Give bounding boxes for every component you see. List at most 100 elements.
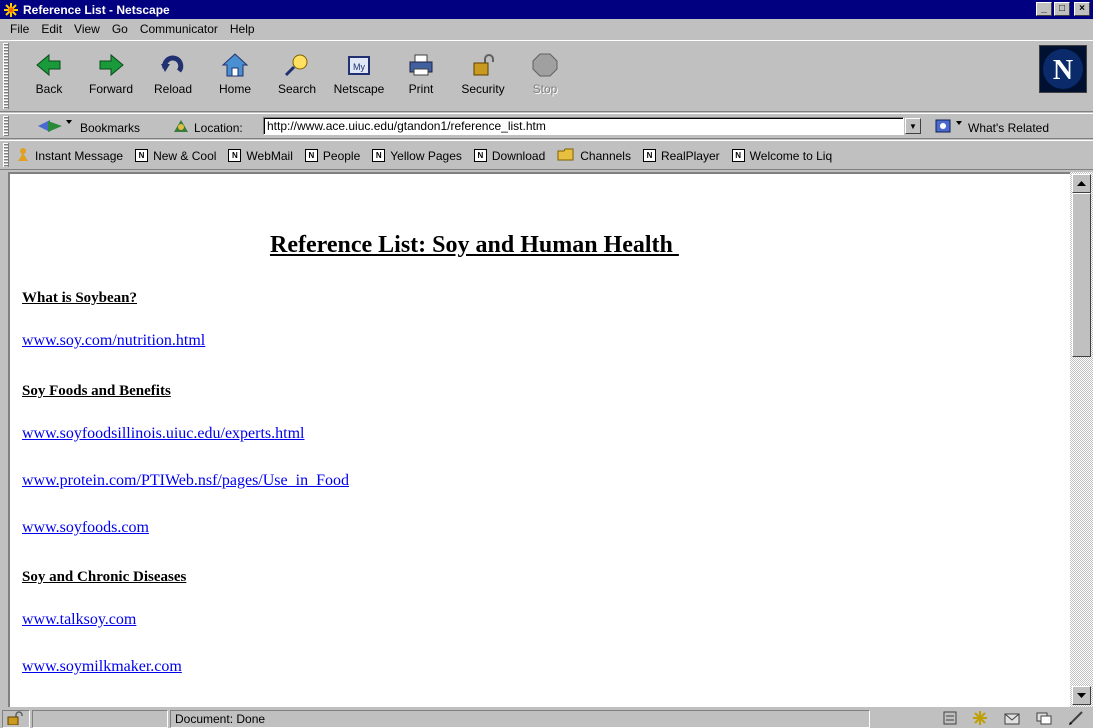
menu-communicator[interactable]: Communicator (134, 22, 224, 36)
forward-button[interactable]: Forward (80, 44, 142, 108)
toolbar-grip[interactable] (3, 43, 9, 109)
component-bar-icon[interactable] (943, 711, 957, 728)
netscape-app-icon[interactable] (3, 2, 19, 18)
stop-icon (530, 50, 560, 80)
forward-arrow-icon (96, 50, 126, 80)
netscape-label: Netscape (333, 82, 385, 96)
link-soyfoods-illinois[interactable]: www.soyfoodsillinois.uiuc.edu/experts.ht… (22, 425, 305, 443)
netscape-logo[interactable]: N (1039, 45, 1087, 93)
bookmarks-icon (36, 118, 76, 137)
location-label: Location: (194, 120, 243, 135)
unlocked-padlock-icon (7, 711, 23, 726)
chevron-down-icon: ▼ (909, 121, 917, 131)
mail-icon[interactable] (1003, 710, 1021, 728)
instant-message-item[interactable]: Instant Message (16, 147, 123, 164)
padlock-icon (468, 50, 498, 80)
back-button[interactable]: Back (18, 44, 80, 108)
stop-button[interactable]: Stop (514, 44, 576, 108)
instant-message-label: Instant Message (35, 148, 124, 163)
people-item[interactable]: N People (304, 148, 361, 163)
url-dropdown-button[interactable]: ▼ (905, 118, 921, 134)
netscape-logo-letter: N (1053, 55, 1073, 86)
instant-message-icon (16, 147, 30, 164)
window-title: Reference List - Netscape (23, 2, 170, 17)
netscape-my-icon: My (344, 50, 374, 80)
maximize-button[interactable]: □ (1054, 2, 1070, 16)
menu-bar: File Edit View Go Communicator Help (0, 19, 1093, 39)
newsgroups-icon[interactable] (1035, 710, 1053, 728)
printer-icon (406, 50, 436, 80)
link-soymilkmaker[interactable]: www.soymilkmaker.com (22, 658, 182, 676)
new-cool-label: New & Cool (153, 148, 217, 163)
arrow-up-icon (1077, 180, 1086, 186)
location-label-group: Location: (172, 118, 243, 137)
people-label: People (322, 148, 361, 163)
vertical-scrollbar[interactable] (1070, 172, 1093, 707)
webmail-item[interactable]: N WebMail (228, 149, 293, 163)
menu-edit[interactable]: Edit (35, 22, 68, 36)
realplayer-item[interactable]: N RealPlayer (642, 149, 720, 163)
yellow-pages-label: Yellow Pages (390, 148, 462, 163)
yellow-pages-item[interactable]: N Yellow Pages (372, 149, 462, 163)
new-cool-item[interactable]: N New & Cool (135, 149, 216, 163)
search-button[interactable]: Search (266, 44, 328, 108)
link-talksoy[interactable]: www.talksoy.com (22, 611, 136, 629)
status-text: Document: Done (170, 710, 870, 728)
channels-label: Channels (580, 148, 631, 163)
bookmarks-button[interactable]: Bookmarks (36, 118, 140, 137)
channels-folder-icon (557, 147, 575, 164)
forward-label: Forward (88, 82, 133, 96)
bookmark-page-icon: N (304, 149, 318, 162)
bookmarks-label: Bookmarks (80, 120, 141, 135)
security-status-cell[interactable] (2, 710, 30, 728)
welcome-label: Welcome to Liq (749, 148, 833, 163)
link-soyfoods[interactable]: www.soyfoods.com (22, 519, 149, 537)
reload-button[interactable]: Reload (142, 44, 204, 108)
location-toolbar: Bookmarks Location: http://www.ace.uiuc.… (0, 113, 1093, 139)
navigation-toolbar: Back Forward Reload Home Search My Netsc… (0, 40, 1093, 112)
netscape-button[interactable]: My Netscape (328, 44, 390, 108)
download-item[interactable]: N Download (473, 149, 545, 163)
menu-view[interactable]: View (68, 22, 106, 36)
composer-icon[interactable] (1067, 710, 1085, 728)
section-heading-soy-foods: Soy Foods and Benefits (22, 383, 171, 399)
home-icon (220, 50, 250, 80)
scrollbar-thumb[interactable] (1072, 193, 1091, 357)
arrow-down-icon (1077, 692, 1086, 698)
whats-related-label: What's Related (968, 120, 1049, 135)
menu-help[interactable]: Help (224, 22, 261, 36)
personal-grip[interactable] (3, 143, 9, 167)
scroll-up-button[interactable] (1072, 174, 1091, 193)
window-titlebar[interactable]: Reference List - Netscape _ □ × (0, 0, 1093, 19)
minimize-button[interactable]: _ (1036, 2, 1052, 16)
print-label: Print (408, 82, 434, 96)
back-arrow-icon (34, 50, 64, 80)
location-grip[interactable] (3, 116, 9, 136)
url-input[interactable]: http://www.ace.uiuc.edu/gtandon1/referen… (263, 117, 904, 135)
progress-cell (32, 710, 168, 728)
menu-go[interactable]: Go (106, 22, 134, 36)
reload-label: Reload (153, 82, 193, 96)
menu-file[interactable]: File (4, 22, 35, 36)
scroll-down-button[interactable] (1072, 686, 1091, 705)
bookmark-page-icon: N (731, 149, 745, 162)
link-soy-nutrition[interactable]: www.soy.com/nutrition.html (22, 332, 205, 350)
reload-icon (158, 50, 188, 80)
personal-toolbar: Instant Message N New & Cool N WebMail N… (0, 140, 1093, 170)
navigator-icon[interactable] (971, 710, 989, 728)
page-content[interactable]: Reference List: Soy and Human Health Wha… (8, 172, 1070, 707)
welcome-item[interactable]: N Welcome to Liq (731, 148, 833, 163)
close-button[interactable]: × (1074, 2, 1090, 16)
whats-related-button[interactable]: What's Related (934, 118, 1049, 137)
link-protein-com[interactable]: www.protein.com/PTIWeb.nsf/pages/Use_in_… (22, 472, 349, 490)
print-button[interactable]: Print (390, 44, 452, 108)
security-button[interactable]: Security (452, 44, 514, 108)
location-icon[interactable] (172, 118, 190, 137)
back-label: Back (35, 82, 63, 96)
home-label: Home (218, 82, 251, 96)
search-icon (282, 50, 312, 80)
security-label: Security (461, 82, 505, 96)
home-button[interactable]: Home (204, 44, 266, 108)
bookmark-page-icon: N (372, 149, 386, 162)
channels-item[interactable]: Channels (557, 147, 631, 164)
